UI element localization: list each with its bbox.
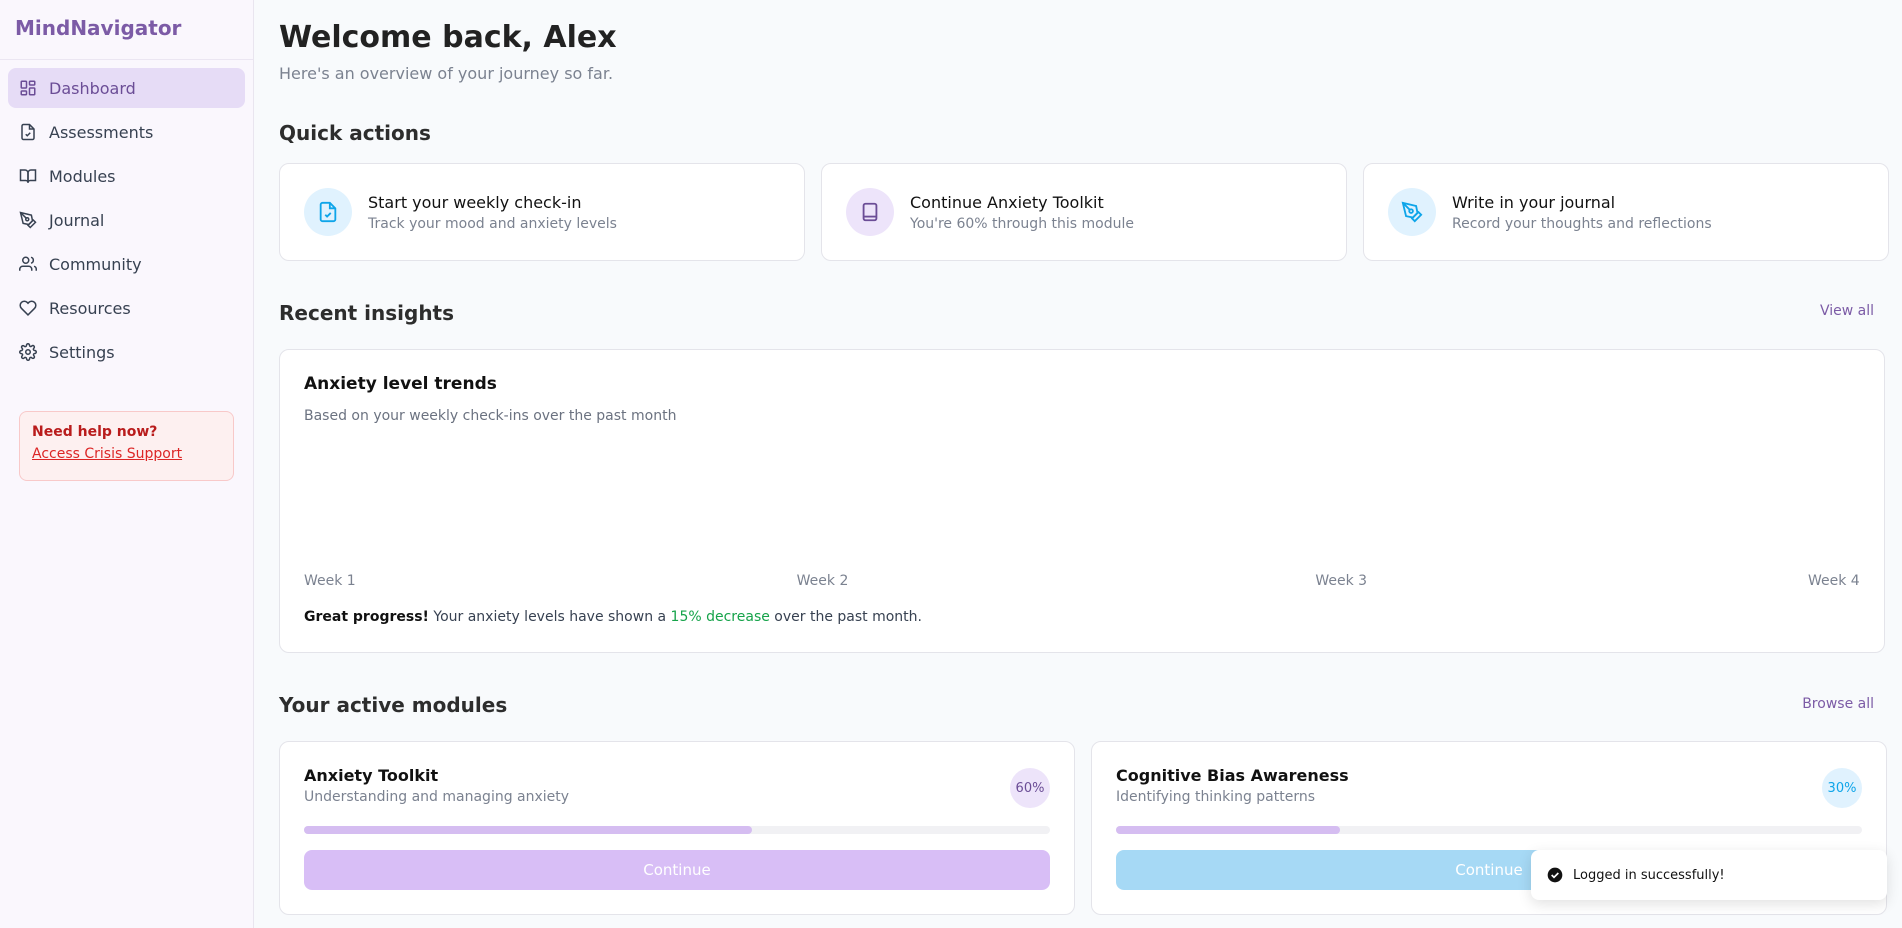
quick-action-title: Continue Anxiety Toolkit [910, 192, 1104, 212]
quick-action-subtitle: You're 60% through this module [910, 215, 1134, 232]
toast-notification: Logged in successfully! [1531, 850, 1887, 900]
progress-track [304, 826, 1050, 834]
sidebar-item-settings[interactable]: Settings [8, 332, 245, 372]
quick-action-subtitle: Record your thoughts and reflections [1452, 215, 1712, 232]
sidebar-item-dashboard[interactable]: Dashboard [8, 68, 245, 108]
progress-note-text: Your anxiety levels have shown a [428, 609, 671, 625]
x-tick-label: Week 3 [1315, 573, 1368, 589]
module-title: Cognitive Bias Awareness [1116, 766, 1349, 785]
progress-note-bold: Great progress! [304, 609, 429, 625]
users-icon [19, 255, 37, 273]
quick-action-journal[interactable]: Write in your journal Record your though… [1363, 163, 1889, 261]
sidebar-item-label: Settings [49, 342, 115, 362]
help-title: Need help now? [32, 424, 158, 440]
sidebar-item-label: Resources [49, 298, 131, 318]
chart-plot-area [304, 450, 1860, 560]
main-content: Welcome back, Alex Here's an overview of… [255, 0, 1902, 928]
chart-x-axis: Week 1 Week 2 Week 3 Week 4 [304, 573, 1860, 593]
gear-icon [19, 343, 37, 361]
module-card-anxiety-toolkit: Anxiety Toolkit Understanding and managi… [279, 741, 1075, 915]
module-subtitle: Understanding and managing anxiety [304, 789, 570, 805]
sidebar-item-label: Dashboard [49, 78, 136, 98]
quick-action-checkin[interactable]: Start your weekly check-in Track your mo… [279, 163, 805, 261]
progress-note-end: over the past month. [769, 609, 922, 625]
check-circle-icon [1547, 867, 1563, 883]
x-tick-label: Week 1 [304, 573, 356, 589]
heart-icon [19, 299, 37, 317]
anxiety-chart-card: Anxiety level trends Based on your weekl… [279, 349, 1885, 653]
sidebar-item-label: Community [49, 254, 142, 274]
progress-badge: 60% [1010, 768, 1050, 808]
quick-action-title: Write in your journal [1452, 192, 1616, 212]
file-check-icon [304, 188, 352, 236]
progress-note: Great progress! Your anxiety levels have… [304, 609, 922, 625]
crisis-help-box: Need help now? Access Crisis Support [19, 411, 234, 481]
sidebar-item-resources[interactable]: Resources [8, 288, 245, 328]
progress-fill [304, 826, 752, 834]
sidebar-item-label: Journal [49, 210, 105, 230]
sidebar-nav: Dashboard Assessments Modules Journal Co… [0, 60, 253, 384]
page-title: Welcome back, Alex [279, 20, 617, 55]
x-tick-label: Week 2 [796, 573, 849, 589]
grid-icon [19, 79, 37, 97]
sidebar-item-label: Assessments [49, 122, 154, 142]
book-icon [846, 188, 894, 236]
active-modules-title: Your active modules [279, 693, 508, 717]
pen-tool-icon [19, 211, 37, 229]
sidebar-item-modules[interactable]: Modules [8, 156, 245, 196]
quick-actions-title: Quick actions [279, 121, 431, 145]
quick-action-title: Start your weekly check-in [368, 192, 582, 212]
progress-track [1116, 826, 1862, 834]
file-check-icon [19, 123, 37, 141]
quick-action-toolkit[interactable]: Continue Anxiety Toolkit You're 60% thro… [821, 163, 1347, 261]
page-subtitle: Here's an overview of your journey so fa… [279, 64, 614, 83]
book-open-icon [19, 167, 37, 185]
continue-button[interactable]: Continue [304, 850, 1050, 890]
sidebar-item-journal[interactable]: Journal [8, 200, 245, 240]
chart-title: Anxiety level trends [304, 374, 497, 394]
sidebar: MindNavigator Dashboard Assessments Modu… [0, 0, 254, 928]
x-tick-label: Week 4 [1808, 573, 1860, 589]
crisis-support-link[interactable]: Access Crisis Support [32, 446, 221, 462]
quick-action-subtitle: Track your mood and anxiety levels [368, 215, 617, 232]
module-title: Anxiety Toolkit [304, 766, 439, 785]
browse-all-link[interactable]: Browse all [1802, 696, 1874, 712]
sidebar-item-community[interactable]: Community [8, 244, 245, 284]
sidebar-item-assessments[interactable]: Assessments [8, 112, 245, 152]
sidebar-item-label: Modules [49, 166, 116, 186]
recent-insights-title: Recent insights [279, 301, 455, 325]
progress-fill [1116, 826, 1340, 834]
progress-badge: 30% [1822, 768, 1862, 808]
module-subtitle: Identifying thinking patterns [1116, 789, 1316, 805]
toast-message: Logged in successfully! [1573, 867, 1725, 883]
pen-tool-icon [1388, 188, 1436, 236]
view-all-link[interactable]: View all [1820, 303, 1874, 319]
progress-note-highlight: 15% decrease [670, 609, 770, 625]
brand-logo[interactable]: MindNavigator [0, 0, 253, 60]
chart-subtitle: Based on your weekly check-ins over the … [304, 408, 677, 424]
